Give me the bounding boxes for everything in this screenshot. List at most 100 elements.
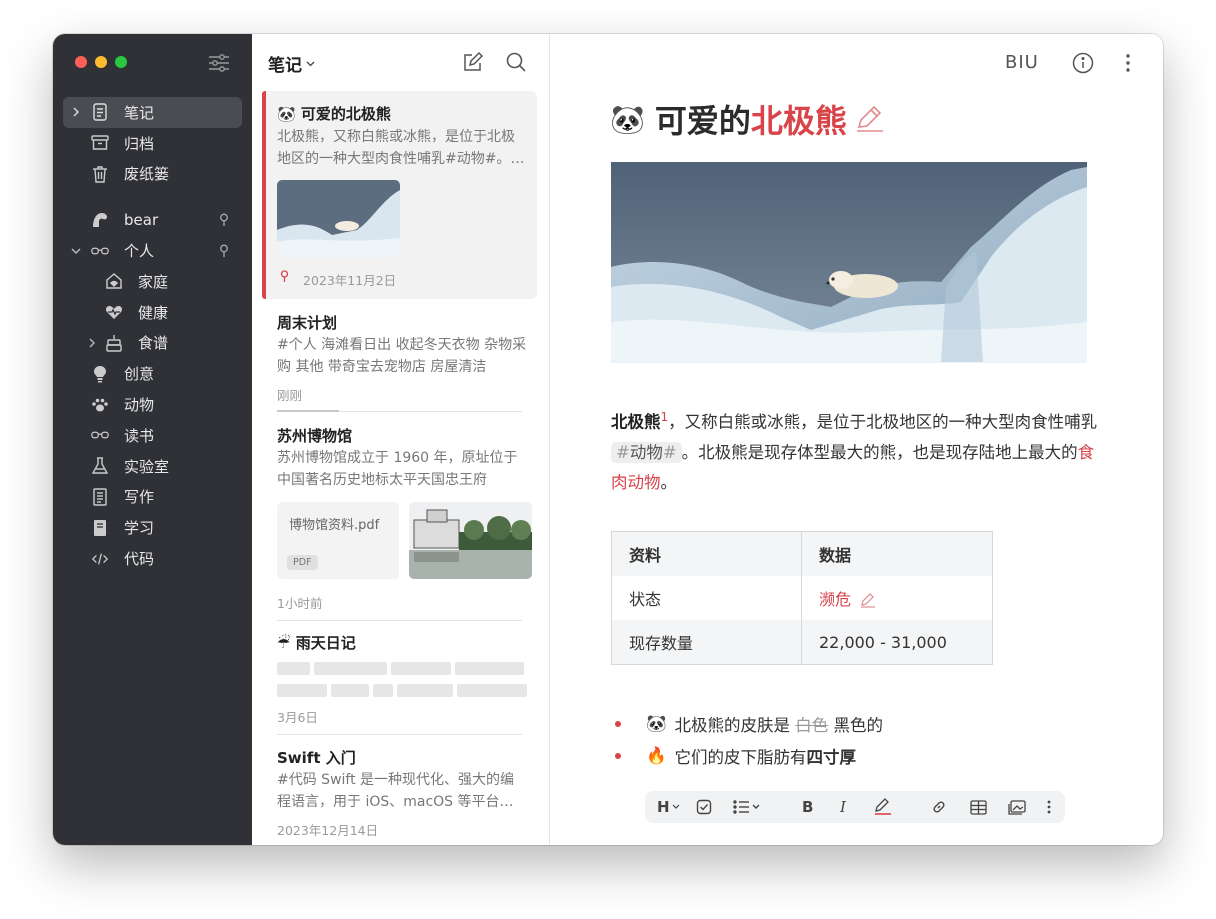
highlighter-icon[interactable] [873, 797, 893, 817]
checkbox-icon[interactable] [696, 797, 712, 817]
sidebar-item-code[interactable]: 代码 [53, 543, 252, 574]
format-toolbar: H B I [645, 791, 1065, 823]
sidebar-nav: 笔记 归档 废纸篓 bear 个人 家庭 健康 食谱 创意 动物 读书 实验室 … [53, 97, 252, 574]
note-heading[interactable]: 🐼 可爱的 北极熊 [610, 96, 885, 142]
sidebar-item-animals[interactable]: 动物 [53, 389, 252, 420]
link-icon[interactable] [931, 797, 947, 817]
note-card-rainy[interactable]: ☔ 雨天日记 3月6日 [262, 624, 537, 732]
bold-button[interactable]: B [802, 797, 813, 817]
sidebar-item-lab[interactable]: 实验室 [53, 451, 252, 482]
sidebar-item-label: 创意 [124, 365, 155, 384]
compose-icon[interactable] [462, 51, 484, 73]
sidebar-item-bear[interactable]: bear [53, 204, 252, 235]
note-date: 2023年12月14日 [277, 823, 379, 838]
bear-icon [91, 211, 109, 229]
chevron-right-icon[interactable] [71, 107, 81, 117]
tag-animals[interactable]: #动物# [611, 441, 682, 463]
sidebar-item-label: 归档 [124, 134, 155, 153]
search-icon[interactable] [505, 51, 527, 73]
note-date: 2023年11月2日 [303, 273, 397, 288]
sidebar-item-notes[interactable]: 笔记 [63, 97, 242, 128]
pin-icon[interactable] [218, 213, 230, 227]
document-icon [91, 488, 109, 506]
heading-button[interactable]: H [657, 797, 680, 817]
bullet-list: 🐼 北极熊的皮肤是 白色 黑色的 🔥 它们的皮下脂肪有 四寸厚 [615, 708, 883, 772]
body-paragraph[interactable]: 北极熊1，又称白熊或冰熊，是位于北极地区的一种大型肉食性哺乳#动物# 。北极熊是现… [611, 402, 1101, 498]
sidebar-item-personal[interactable]: 个人 [53, 235, 252, 266]
table-row: 状态 濒危 [611, 576, 993, 620]
more-icon[interactable] [1047, 797, 1051, 817]
editor: BIU 🐼 可爱的 北极熊 北极熊1，又称白熊或冰熊，是位于北极地区的一种大型肉… [550, 34, 1163, 845]
note-card-polar-bear[interactable]: 🐼 可爱的北极熊 北极熊，又称白熊或冰熊，是位于北极地区的一种大型肉食性哺乳#动… [262, 91, 537, 299]
museum-thumbnail[interactable] [409, 502, 532, 579]
chevron-down-icon[interactable] [71, 246, 81, 256]
info-icon[interactable] [1072, 52, 1094, 74]
archive-icon [91, 134, 109, 152]
divider [277, 734, 522, 735]
sidebar-item-label: 学习 [124, 519, 155, 538]
footnote-marker[interactable]: 1 [661, 410, 669, 424]
pdf-name: 博物馆资料.pdf [289, 518, 380, 533]
info-table[interactable]: 资料 数据 状态 濒危 现存数量 22,000 - 31,000 [611, 531, 993, 665]
polar-bear-image[interactable] [611, 162, 1087, 363]
table-header-cell[interactable]: 资料 [611, 531, 802, 576]
trash-icon [91, 165, 109, 183]
table-cell[interactable]: 濒危 [802, 576, 993, 620]
table-header-cell[interactable]: 数据 [801, 531, 993, 576]
sidebar-item-writing[interactable]: 写作 [53, 482, 252, 513]
list-item[interactable]: 🔥 它们的皮下脂肪有 四寸厚 [615, 740, 883, 772]
table-cell[interactable]: 22,000 - 31,000 [801, 620, 993, 665]
pin-icon[interactable] [218, 244, 230, 258]
list-icon[interactable] [733, 797, 761, 817]
close-window-button[interactable] [75, 56, 87, 68]
divider [277, 410, 339, 412]
image-icon[interactable] [1008, 797, 1026, 817]
sidebar: 笔记 归档 废纸篓 bear 个人 家庭 健康 食谱 创意 动物 读书 实验室 … [53, 34, 252, 845]
format-button[interactable]: BIU [1005, 52, 1039, 73]
table-icon[interactable] [970, 797, 987, 817]
sidebar-item-recipes[interactable]: 食谱 [53, 328, 252, 359]
italic-button[interactable]: I [840, 797, 846, 817]
note-card-weekend[interactable]: 周末计划 #个人 海滩看日出 收起冬天衣物 杂物采购 其他 带奇宝去宠物店 房屋… [262, 302, 537, 408]
note-preview: #代码 Swift 是一种现代化、强大的编程语言，用于 iOS、macOS 等平… [277, 772, 515, 810]
minimize-window-button[interactable] [95, 56, 107, 68]
table-cell[interactable]: 状态 [611, 576, 802, 620]
table-cell[interactable]: 现存数量 [611, 620, 802, 665]
note-title: 🐼 可爱的北极熊 [277, 105, 391, 123]
window-controls [75, 56, 127, 68]
bullet-dot [615, 721, 621, 727]
sidebar-item-home[interactable]: 家庭 [53, 266, 252, 297]
sidebar-item-label: 读书 [124, 426, 155, 445]
sidebar-item-label: bear [124, 210, 159, 229]
list-item[interactable]: 🐼 北极熊的皮肤是 白色 黑色的 [615, 708, 883, 740]
sidebar-item-label: 废纸篓 [124, 165, 170, 184]
pdf-badge: PDF [287, 555, 318, 570]
sidebar-item-archive[interactable]: 归档 [53, 128, 252, 159]
filter-icon[interactable] [208, 53, 230, 73]
sidebar-item-ideas[interactable]: 创意 [53, 358, 252, 389]
code-icon [91, 550, 109, 568]
pdf-attachment[interactable]: 博物馆资料.pdf PDF [277, 502, 399, 579]
bulb-icon [91, 365, 109, 383]
list-header[interactable]: 笔记 [268, 51, 315, 76]
sidebar-item-reading[interactable]: 读书 [53, 420, 252, 451]
paw-icon [91, 396, 109, 414]
more-icon[interactable] [1124, 53, 1132, 73]
note-list: 笔记 🐼 可爱的北极熊 北极熊，又称白熊或冰熊，是位于北极地区的一种大型肉食性哺… [252, 34, 550, 845]
zoom-window-button[interactable] [115, 56, 127, 68]
note-card-swift[interactable]: Swift 入门 #代码 Swift 是一种现代化、强大的编程语言，用于 iOS… [262, 738, 537, 844]
glasses-icon [91, 426, 109, 444]
chevron-right-icon[interactable] [87, 338, 97, 348]
sidebar-item-health[interactable]: 健康 [53, 297, 252, 328]
title-text: 可爱的 [654, 102, 751, 140]
sidebar-item-label: 代码 [124, 550, 155, 569]
sidebar-item-study[interactable]: 学习 [53, 512, 252, 543]
bullet-dot [615, 753, 621, 759]
note-emoji: ☔ [277, 634, 291, 652]
note-thumbnail [277, 180, 400, 258]
chevron-down-icon [306, 61, 315, 67]
sidebar-item-label: 个人 [124, 242, 155, 261]
sidebar-item-trash[interactable]: 废纸篓 [53, 159, 252, 190]
app-window: 笔记 归档 废纸篓 bear 个人 家庭 健康 食谱 创意 动物 读书 实验室 … [53, 34, 1163, 845]
divider [277, 620, 522, 621]
